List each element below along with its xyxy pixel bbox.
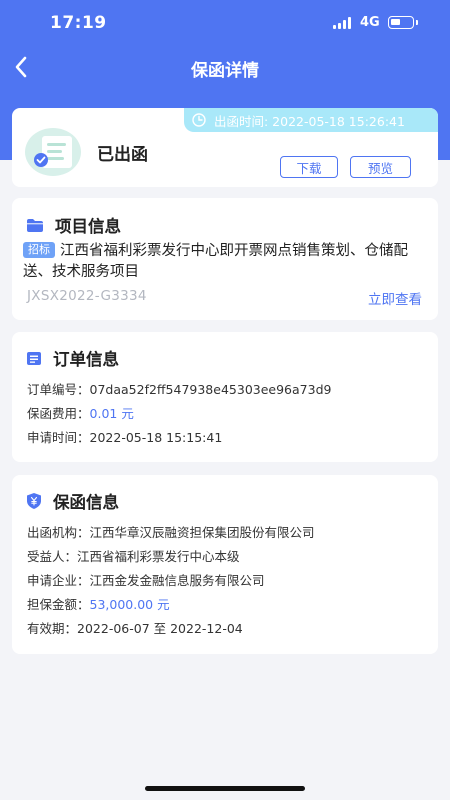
validity-label: 有效期： [27,621,78,636]
order-number-label: 订单编号： [27,382,90,397]
validity-row: 有效期：2022-06-07 至 2022-12-04 [27,618,243,637]
project-info-card: 项目信息 招标 江西省福利彩票发行中心即开票网点销售策划、仓储配送、技术服务项目 … [12,198,438,320]
status-bar: 17:19 4G [0,0,450,46]
clock-icon [192,113,206,127]
apply-time-label: 申请时间： [27,430,90,445]
order-info-card: 订单信息 订单编号：07daa52f2ff547938e45303ee96a73… [12,332,438,462]
apply-time-row: 申请时间：2022-05-18 15:15:41 [27,427,222,446]
status-card: 出函时间: 2022-05-18 15:26:41 已出函 下载 预览 [12,108,438,187]
guarantee-section-header: 保函信息 [27,489,119,513]
fee-row: 保函费用：0.01 元 [27,403,134,422]
institution-label: 出函机构： [27,525,90,540]
order-number-value: 07daa52f2ff547938e45303ee96a73d9 [89,382,332,397]
signal-icon [333,17,353,29]
amount-label: 担保金额： [27,597,90,612]
amount-value: 53,000.00 元 [89,597,170,612]
status-time: 17:19 [50,13,107,33]
list-icon [27,351,41,365]
guarantee-section-title: 保函信息 [53,493,119,512]
applicant-row: 申请企业：江西金发金融信息服务有限公司 [27,570,265,589]
order-section-header: 订单信息 [27,346,119,370]
applicant-value: 江西金发金融信息服务有限公司 [89,573,265,588]
institution-value: 江西华章汉辰融资担保集团股份有限公司 [89,525,315,540]
project-section-header: 项目信息 [27,213,121,237]
fee-value: 0.01 元 [89,406,134,421]
certificate-icon [25,128,81,176]
project-code: JXSX2022-G3334 [27,288,147,304]
beneficiary-row: 受益人：江西省福利彩票发行中心本级 [27,546,240,565]
page-title: 保函详情 [191,61,259,81]
folder-icon [27,218,43,232]
beneficiary-label: 受益人： [27,549,78,564]
institution-row: 出函机构：江西华章汉辰融资担保集团股份有限公司 [27,522,315,541]
project-name-text: 江西省福利彩票发行中心即开票网点销售策划、仓储配送、技术服务项目 [23,243,408,280]
nav-bar: 保函详情 [0,46,450,88]
battery-icon [388,16,418,29]
order-section-title: 订单信息 [53,350,119,369]
issue-time-badge: 出函时间: 2022-05-18 15:26:41 [184,108,438,132]
issued-status: 已出函 [97,145,148,165]
yuan-shield-icon [27,493,41,509]
project-section-title: 项目信息 [55,217,121,236]
guarantee-info-card: 保函信息 出函机构：江西华章汉辰融资担保集团股份有限公司 受益人：江西省福利彩票… [12,475,438,654]
home-indicator[interactable] [145,786,305,791]
apply-time-value: 2022-05-18 15:15:41 [89,430,223,445]
project-name: 招标 江西省福利彩票发行中心即开票网点销售策划、仓储配送、技术服务项目 [23,241,423,283]
issue-time-text: 出函时间: 2022-05-18 15:26:41 [214,113,405,129]
network-type: 4G [360,15,380,30]
validity-value: 2022-06-07 至 2022-12-04 [77,621,243,636]
amount-row: 担保金额：53,000.00 元 [27,594,170,613]
preview-button[interactable]: 预览 [350,156,411,178]
beneficiary-value: 江西省福利彩票发行中心本级 [77,549,240,564]
fee-label: 保函费用： [27,406,90,421]
bidding-tag: 招标 [23,242,55,258]
download-button[interactable]: 下载 [280,156,338,178]
applicant-label: 申请企业： [27,573,90,588]
order-number-row: 订单编号：07daa52f2ff547938e45303ee96a73d9 [27,379,331,398]
view-now-link[interactable]: 立即查看 [368,288,422,308]
